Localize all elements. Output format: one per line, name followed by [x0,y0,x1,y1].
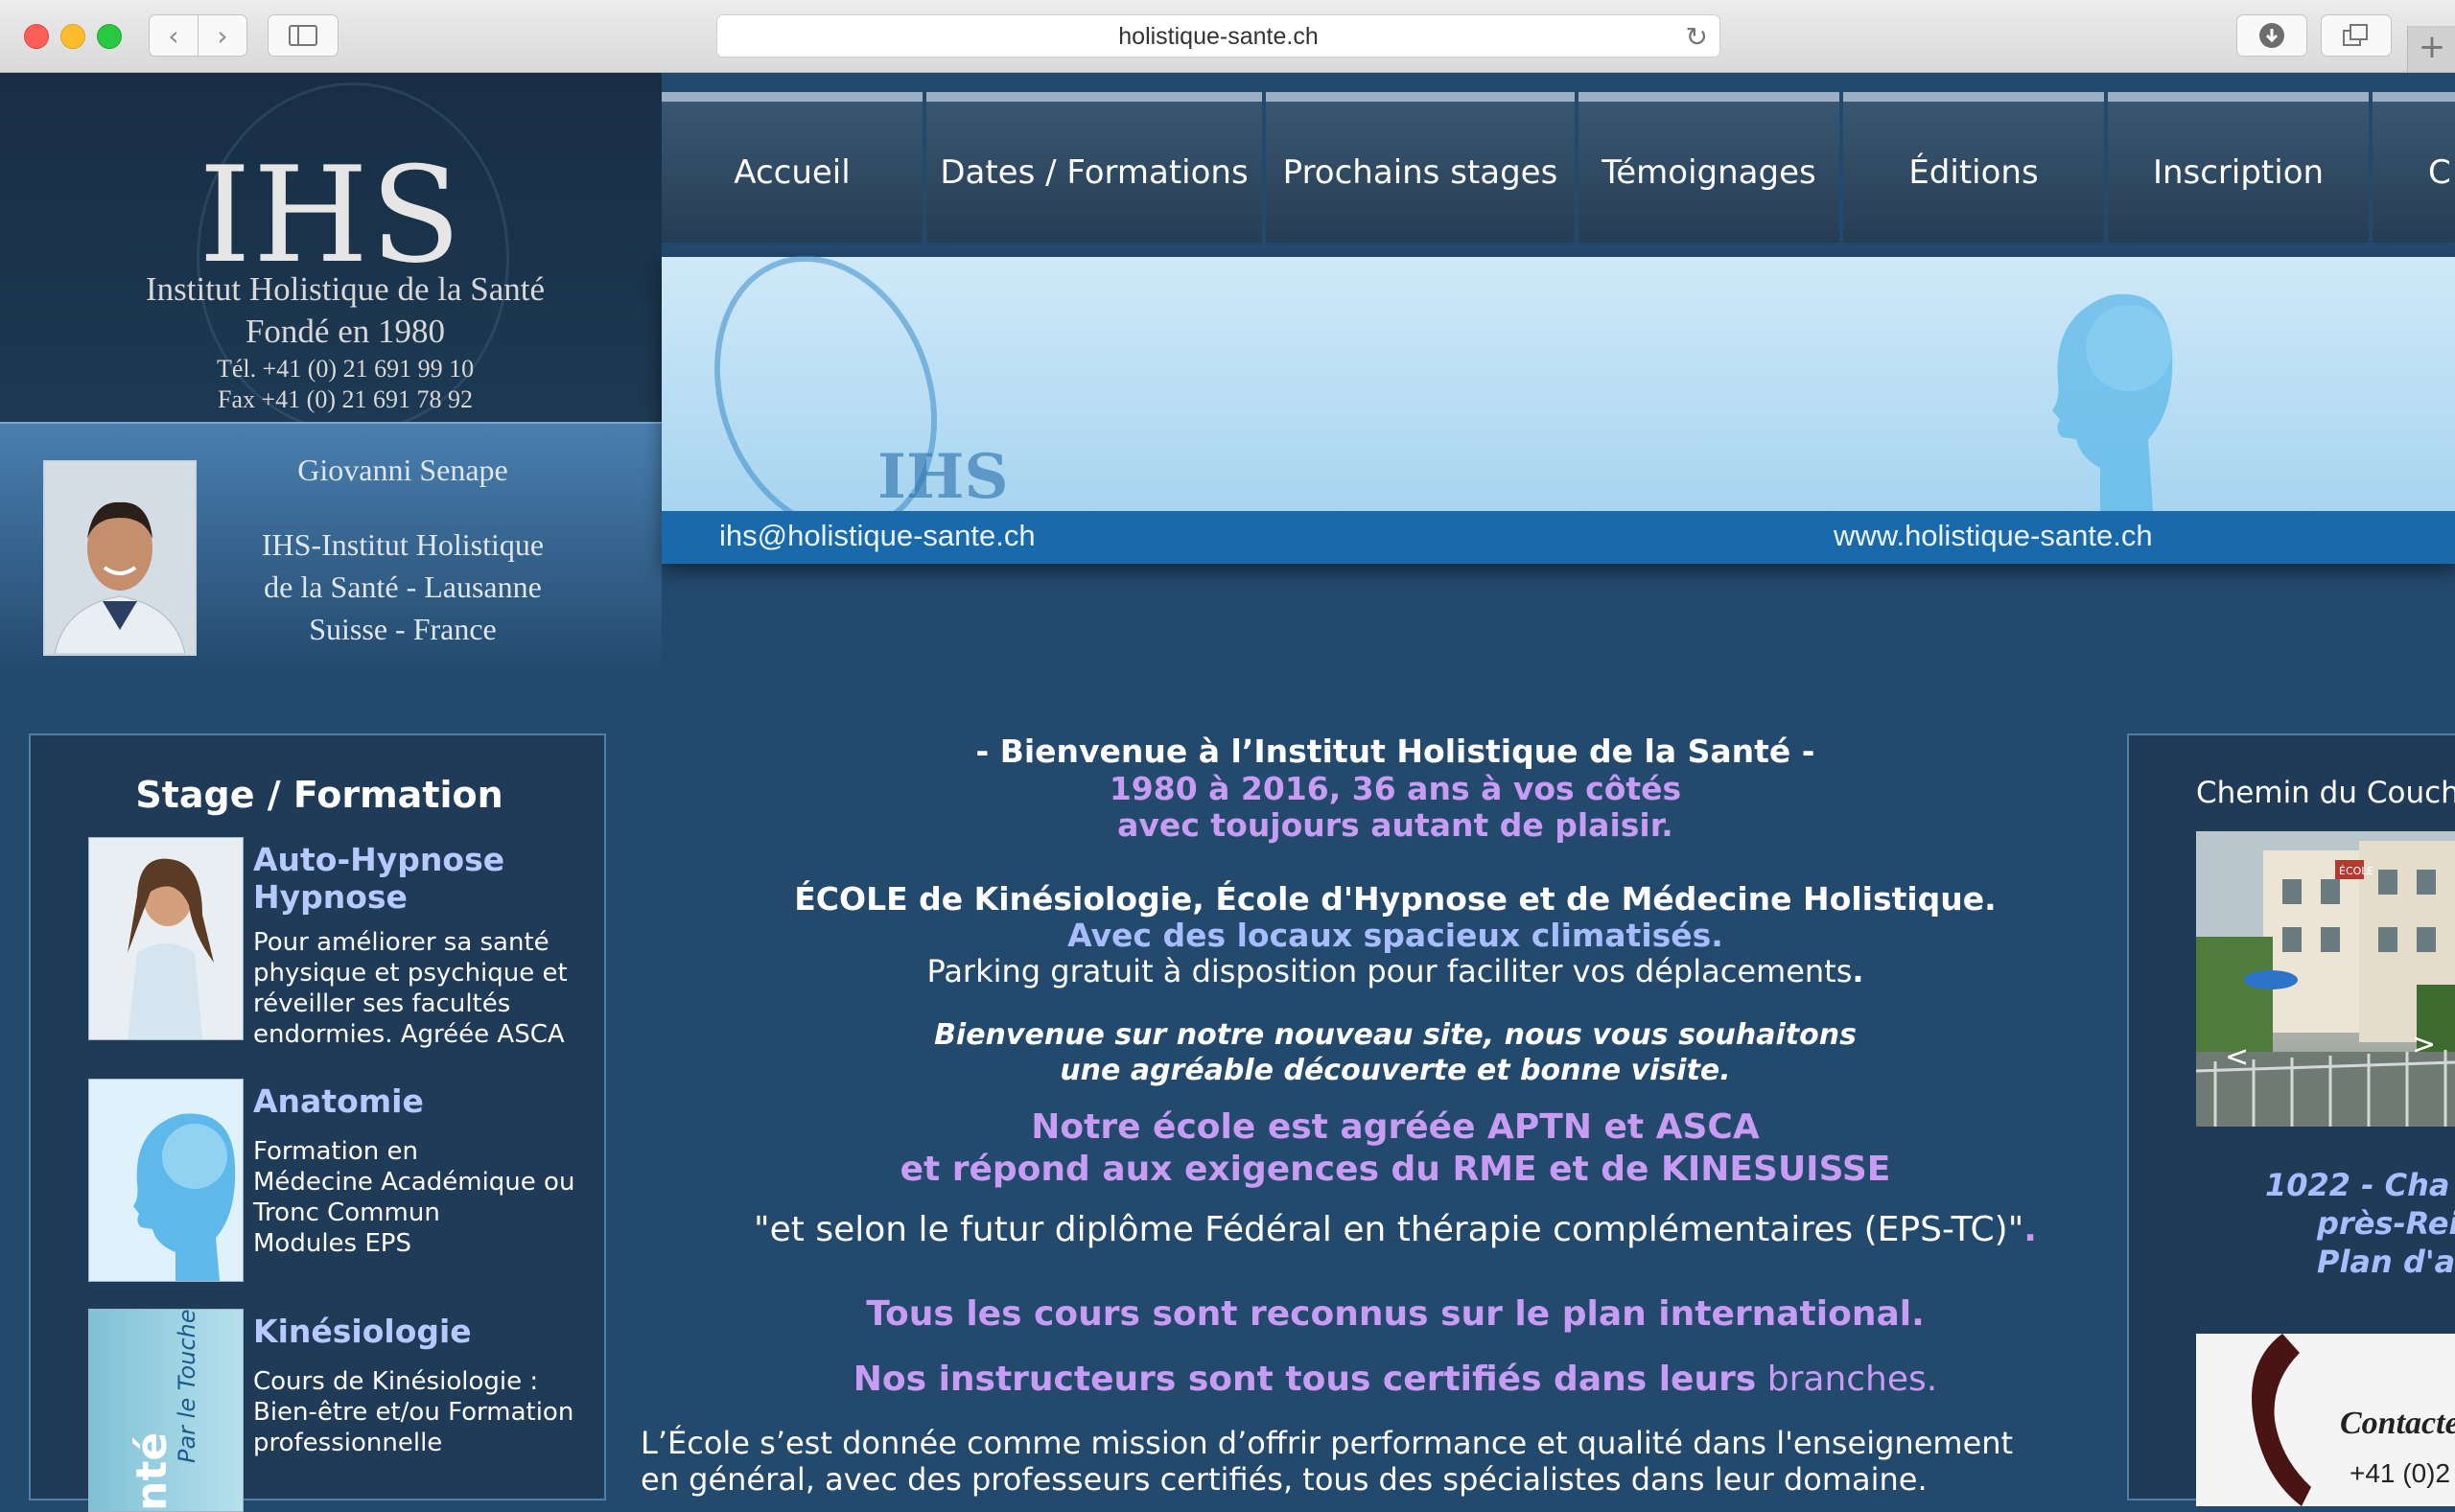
parking-line: Parking gratuit à disposition pour facil… [926,953,1864,989]
sign-text: ÉCOLE [2339,865,2373,877]
download-icon [2259,23,2284,48]
back-button[interactable]: ‹ [149,14,199,57]
institute-name: Institut Holistique de la Santé [145,270,546,308]
minimize-window-button[interactable] [60,24,85,49]
new-site-line-1: Bienvenue sur notre nouveau site, nous v… [934,1018,1857,1052]
carousel-next-icon[interactable]: > [2412,1028,2436,1061]
director-photo [43,460,197,656]
anatomie-image[interactable] [88,1079,244,1282]
auto-hypnose-image[interactable] [88,837,244,1040]
reload-icon[interactable]: ↻ [1686,21,1708,53]
forward-button[interactable]: › [198,14,247,57]
head-silhouette-image [2052,293,2173,511]
sidebar-icon [289,25,317,46]
auto-hypnose-title[interactable]: Auto-Hypnose [253,841,504,878]
tabs-overview-button[interactable] [2321,14,2392,57]
tabs-icon [2343,24,2368,46]
building-photo-carousel[interactable]: ÉCOLE < > [2196,831,2455,1127]
international-line: Tous les cours sont reconnus sur le plan… [866,1294,1925,1334]
years-line: 1980 à 2016, 36 ans à vos côtés [1109,770,1682,807]
auto-hypnose-desc: Pour améliorer sa santé physique et psyc… [253,928,568,1049]
carousel-prev-icon[interactable]: < [2225,1040,2249,1074]
book-spine-title: Par le Toucher [174,1309,200,1463]
book-spine-word: nté [128,1431,176,1511]
banner-email[interactable]: ihs@holistique-sante.ch [719,519,1036,553]
nav-inscription[interactable]: Inscription [2108,92,2369,243]
hypnose-title[interactable]: Hypnose [253,878,408,916]
contact-label: Contacte [2340,1406,2455,1441]
kinesiologie-desc: Cours de Kinésiologie : Bien-être et/ou … [253,1367,574,1457]
header-fax: Fax +41 (0) 21 691 78 92 [218,385,473,413]
instructors-line: Nos instructeurs sont tous certifiés dan… [853,1360,1938,1399]
stage-formation-panel: Stage / Formation Auto-Hypnose Hypnose P… [29,733,606,1512]
address-bar[interactable]: holistique-sante.ch ↻ [716,14,1720,58]
banner-logo-text: IHS [877,441,1009,513]
premises-line: Avec des locaux spacieux climatisés. [1067,917,1723,954]
zoom-window-button[interactable] [97,24,122,49]
address-city-1: 1022 - Cha [2265,1167,2450,1203]
url-text: holistique-sante.ch [1118,23,1319,50]
approved-line-1: Notre école est agréée APTN et ASCA [1031,1107,1760,1147]
welcome-heading: - Bienvenue à l’Institut Holistique de l… [975,733,1815,770]
address-map-link[interactable]: Plan d'a [2317,1244,2455,1280]
org-line-1: IHS-Institut Holistique [261,527,545,562]
site-logo-block[interactable]: IHS Institut Holistique de la Santé Fond… [0,73,662,433]
new-site-line-2: une agréable découverte et bonne visite. [1060,1054,1731,1087]
nav-contact[interactable]: C [2373,92,2455,243]
school-line: ÉCOLE de Kinésiologie, École d'Hypnose e… [794,880,1997,918]
address-city-2: près-Rei [2317,1205,2455,1242]
browser-toolbar: ‹ › holistique-sante.ch ↻ + [0,0,2455,73]
mission-paragraph: L’École s’est donnée comme mission d’off… [641,1425,2014,1498]
nav-accueil[interactable]: Accueil [662,92,923,243]
chevron-left-icon: ‹ [168,19,179,52]
nav-dates-formations[interactable]: Dates / Formations [926,92,1262,243]
contact-banner[interactable]: Contacte +41 (0)2 [2196,1334,2455,1506]
director-name: Giovanni Senape [297,453,508,487]
approved-line-2: et répond aux exigences du RME et de KIN… [900,1150,1891,1189]
close-window-button[interactable] [24,24,49,49]
federal-line: "et selon le futur diplôme Fédéral en th… [754,1210,2037,1249]
main-nav: Accueil Dates / Formations Prochains sta… [662,92,2455,243]
pleasure-line: avec toujours autant de plaisir. [1117,806,1673,844]
nav-prochains-stages[interactable]: Prochains stages [1266,92,1575,243]
logo-text: IHS [199,138,463,292]
director-profile: Giovanni Senape IHS-Institut Holistique … [0,422,662,673]
phone-handset-icon [2252,1334,2311,1506]
anatomie-title[interactable]: Anatomie [253,1082,424,1120]
nav-temoignages[interactable]: Témoignages [1578,92,1839,243]
kinesiologie-title[interactable]: Kinésiologie [253,1313,472,1350]
banner-website[interactable]: www.holistique-sante.ch [1834,519,2153,553]
nav-editions[interactable]: Éditions [1843,92,2104,243]
chevron-right-icon: › [217,19,228,52]
plus-icon: + [2418,28,2446,66]
anatomie-desc: Formation en Médecine Académique ou Tron… [253,1137,575,1258]
header-banner: IHS ihs@holistique-sante.ch www.holistiq… [662,223,2455,566]
contact-phone: +41 (0)2 [2350,1458,2451,1488]
founded-year: Fondé en 1980 [245,313,446,350]
panel-title: Stage / Formation [135,774,503,816]
new-tab-button[interactable]: + [2407,26,2455,72]
address-street: Chemin du Couch [2196,776,2455,810]
location-panel: Chemin du Couch ÉCOLE < > 1022 - Cha prè… [2127,733,2455,1506]
header-phone: Tél. +41 (0) 21 691 99 10 [216,355,475,383]
org-line-2: de la Santé - Lausanne [264,570,542,604]
org-line-3: Suisse - France [309,612,497,646]
kinesiologie-book-image[interactable]: Par le Toucher nté [88,1309,244,1512]
downloads-button[interactable] [2236,14,2307,57]
sidebar-toggle-button[interactable] [268,14,339,57]
